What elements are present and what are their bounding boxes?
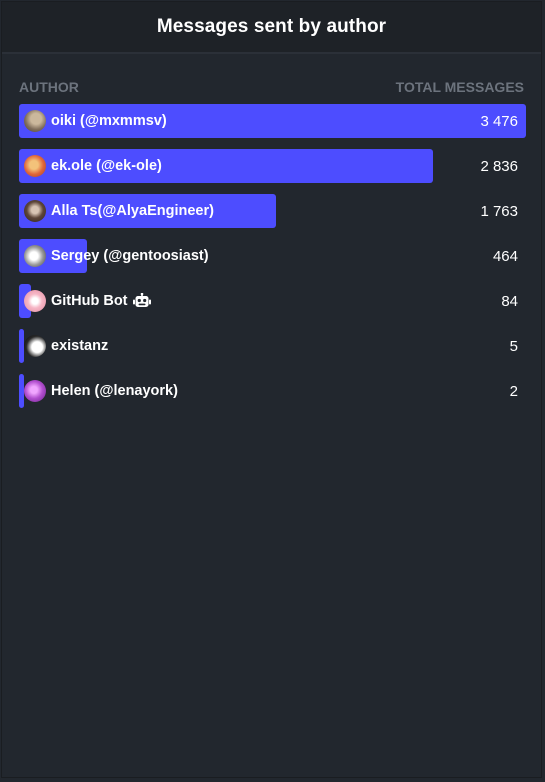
card-header: Messages sent by author (2, 2, 541, 54)
message-count: 3 476 (480, 112, 518, 130)
avatar-github-bot (24, 290, 46, 312)
author-label: Alla Ts(@AlyaEngineer) (24, 194, 214, 228)
author-label: existanz (24, 329, 108, 363)
avatar-existanz (24, 335, 46, 357)
author-label: oiki (@mxmmsv) (24, 104, 167, 138)
author-name: existanz (51, 338, 109, 354)
author-name: GitHub Bot (51, 293, 128, 309)
bar-row: existanz 5 (19, 329, 524, 363)
column-header-total-messages: TOTAL MESSAGES (395, 79, 524, 95)
bar-row: GitHub Bot 84 (19, 284, 524, 318)
avatar-sergey (24, 245, 46, 267)
avatar-ek-ole (24, 155, 46, 177)
author-label: ek.ole (@ek-ole) (24, 149, 162, 183)
column-headers: AUTHOR TOTAL MESSAGES (19, 77, 524, 97)
author-name: oiki (@mxmmsv) (51, 113, 167, 129)
card-title: Messages sent by author (156, 16, 387, 37)
robot-icon (132, 293, 151, 307)
author-name: Alla Ts(@AlyaEngineer) (51, 203, 214, 219)
bar-row: Alla Ts(@AlyaEngineer) 1 763 (19, 194, 524, 228)
message-count: 5 (509, 337, 518, 355)
message-count: 84 (501, 292, 518, 310)
bar-row: Sergey (@gentoosiast) 464 (19, 239, 524, 273)
bar-row: ek.ole (@ek-ole) 2 836 (19, 149, 524, 183)
bar-row: Helen (@lenayork) 2 (19, 374, 524, 408)
column-header-author: AUTHOR (19, 79, 79, 95)
author-name: ek.ole (@ek-ole) (51, 158, 162, 174)
author-bar-list: oiki (@mxmmsv) 3 476 ek.ole (@ek-ole) 2 836… (19, 104, 526, 419)
author-label: Sergey (@gentoosiast) (24, 239, 209, 273)
bar-row: oiki (@mxmmsv) 3 476 (19, 104, 526, 138)
message-count: 464 (492, 247, 518, 265)
messages-by-author-card: Messages sent by author AUTHOR TOTAL MES… (1, 1, 542, 778)
avatar-alla (24, 200, 46, 222)
avatar-helen (24, 380, 46, 402)
author-name: Sergey (@gentoosiast) (51, 248, 209, 264)
author-name: Helen (@lenayork) (51, 383, 178, 399)
message-count: 1 763 (480, 202, 518, 220)
author-label: Helen (@lenayork) (24, 374, 178, 408)
author-label: GitHub Bot (24, 284, 151, 318)
avatar-oiki (24, 110, 46, 132)
message-count: 2 836 (480, 157, 518, 175)
message-count: 2 (509, 382, 518, 400)
